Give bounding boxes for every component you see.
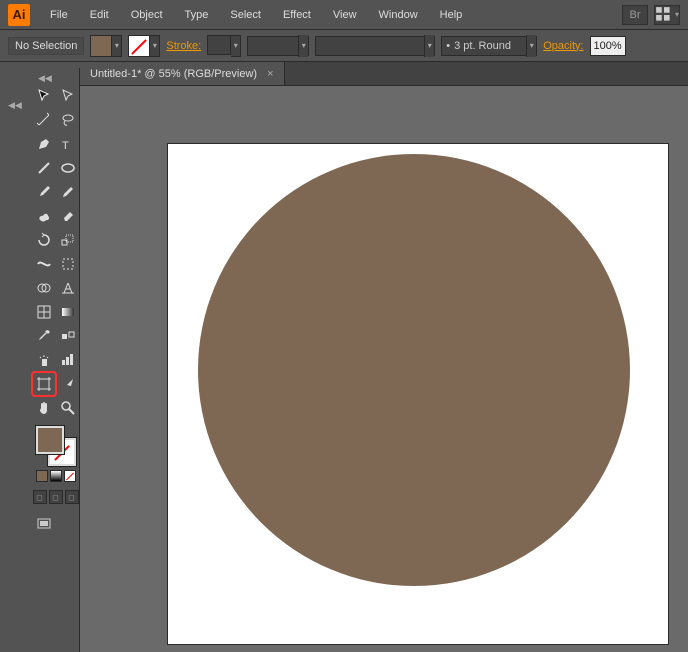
- line-segment-tool[interactable]: [32, 156, 56, 180]
- svg-text:T: T: [62, 140, 69, 152]
- tools-panel: ◀◀ T: [32, 68, 80, 652]
- workspace-switcher-button[interactable]: ▾: [654, 5, 680, 25]
- type-tool[interactable]: T: [56, 132, 80, 156]
- draw-normal-button[interactable]: ◻: [33, 490, 47, 504]
- symbol-sprayer-tool[interactable]: [32, 348, 56, 372]
- draw-mode-buttons: ◻ ◻ ◻: [33, 490, 79, 504]
- draw-inside-button[interactable]: ◻: [65, 490, 79, 504]
- brush-definition-dropdown[interactable]: ▾: [315, 36, 435, 56]
- document-tabs: Untitled-1* @ 55% (RGB/Preview) ×: [80, 62, 688, 86]
- chevron-down-icon: ▾: [112, 35, 122, 57]
- hand-tool[interactable]: [32, 396, 56, 420]
- eraser-tool[interactable]: [56, 204, 80, 228]
- ellipse-shape[interactable]: [198, 154, 630, 586]
- menu-bar: Ai File Edit Object Type Select Effect V…: [0, 0, 688, 30]
- color-mode-none[interactable]: [64, 470, 76, 482]
- direct-selection-tool[interactable]: [56, 84, 80, 108]
- app-window: Ai File Edit Object Type Select Effect V…: [0, 0, 688, 652]
- color-mode-swatches: [36, 470, 76, 482]
- brush-preset-label: 3 pt. Round: [454, 40, 511, 52]
- selection-tool[interactable]: [32, 84, 56, 108]
- menu-edit[interactable]: Edit: [80, 5, 119, 25]
- shape-builder-tool[interactable]: [32, 276, 56, 300]
- screen-mode-button[interactable]: [36, 516, 52, 532]
- selection-status: No Selection: [8, 37, 84, 55]
- control-bar: No Selection ▾ ▾ Stroke: ▾ ▾ ▾ • 3 pt. Ro…: [0, 30, 688, 62]
- blend-tool[interactable]: [56, 324, 80, 348]
- paintbrush-tool[interactable]: [32, 180, 56, 204]
- menu-select[interactable]: Select: [220, 5, 271, 25]
- stroke-color-control[interactable]: ▾: [128, 35, 160, 57]
- color-mode-gradient[interactable]: [50, 470, 62, 482]
- document-tab[interactable]: Untitled-1* @ 55% (RGB/Preview) ×: [80, 62, 285, 85]
- menu-window[interactable]: Window: [369, 5, 428, 25]
- menu-help[interactable]: Help: [430, 5, 473, 25]
- menu-file[interactable]: File: [40, 5, 78, 25]
- mesh-tool[interactable]: [32, 300, 56, 324]
- tool-grid: T: [32, 84, 79, 420]
- screen-mode-buttons: [32, 516, 79, 532]
- workspace: ◀◀ ◀◀ T: [0, 62, 688, 652]
- gradient-tool[interactable]: [56, 300, 80, 324]
- chevron-down-icon: ▾: [150, 35, 160, 57]
- slice-tool[interactable]: [56, 372, 80, 396]
- panel-collapse-icon[interactable]: ◀◀: [0, 100, 26, 114]
- color-mode-solid[interactable]: [36, 470, 48, 482]
- artboard: [168, 144, 668, 644]
- draw-behind-button[interactable]: ◻: [49, 490, 63, 504]
- tools-collapse-icon[interactable]: ◀◀: [32, 72, 79, 84]
- ellipse-tool[interactable]: [56, 156, 80, 180]
- variable-width-profile-dropdown[interactable]: ▾: [247, 36, 309, 56]
- dot-icon: •: [446, 40, 450, 52]
- menu-view[interactable]: View: [323, 5, 367, 25]
- pencil-tool[interactable]: [56, 180, 80, 204]
- opacity-value-field[interactable]: 100%: [590, 36, 626, 56]
- fill-swatch: [90, 35, 112, 57]
- stroke-label[interactable]: Stroke:: [166, 40, 201, 52]
- blob-brush-tool[interactable]: [32, 204, 56, 228]
- zoom-tool[interactable]: [56, 396, 80, 420]
- magic-wand-tool[interactable]: [32, 108, 56, 132]
- canvas-viewport[interactable]: [80, 86, 688, 652]
- rotate-tool[interactable]: [32, 228, 56, 252]
- column-graph-tool[interactable]: [56, 348, 80, 372]
- grid-icon: [655, 6, 673, 24]
- stroke-swatch-none: [128, 35, 150, 57]
- fill-stroke-indicator[interactable]: [36, 426, 76, 466]
- menu-effect[interactable]: Effect: [273, 5, 321, 25]
- pen-tool[interactable]: [32, 132, 56, 156]
- document-tab-title: Untitled-1* @ 55% (RGB/Preview): [90, 68, 257, 80]
- menu-type[interactable]: Type: [175, 5, 219, 25]
- app-illustrator-icon: Ai: [8, 4, 30, 26]
- chevron-down-icon: ▾: [424, 35, 434, 57]
- chevron-down-icon: ▾: [231, 35, 241, 57]
- stroke-weight-control[interactable]: ▾: [207, 35, 241, 57]
- lasso-tool[interactable]: [56, 108, 80, 132]
- width-tool[interactable]: [32, 252, 56, 276]
- stroke-weight-field[interactable]: [207, 35, 231, 55]
- goto-bridge-button[interactable]: Br: [622, 5, 648, 25]
- chevron-down-icon: ▾: [298, 35, 308, 57]
- chevron-down-icon: ▾: [526, 35, 536, 57]
- fill-color-control[interactable]: ▾: [90, 35, 122, 57]
- menu-object[interactable]: Object: [121, 5, 173, 25]
- color-controls: ◻ ◻ ◻: [32, 420, 79, 510]
- eyedropper-tool[interactable]: [32, 324, 56, 348]
- free-transform-tool[interactable]: [56, 252, 80, 276]
- close-tab-icon[interactable]: ×: [267, 68, 273, 80]
- opacity-label[interactable]: Opacity:: [543, 40, 583, 52]
- document-area: Untitled-1* @ 55% (RGB/Preview) ×: [80, 62, 688, 652]
- scale-tool[interactable]: [56, 228, 80, 252]
- perspective-grid-tool[interactable]: [56, 276, 80, 300]
- brush-preset-dropdown[interactable]: • 3 pt. Round ▾: [441, 36, 537, 56]
- fill-color-box[interactable]: [36, 426, 64, 454]
- artboard-tool[interactable]: [32, 372, 56, 396]
